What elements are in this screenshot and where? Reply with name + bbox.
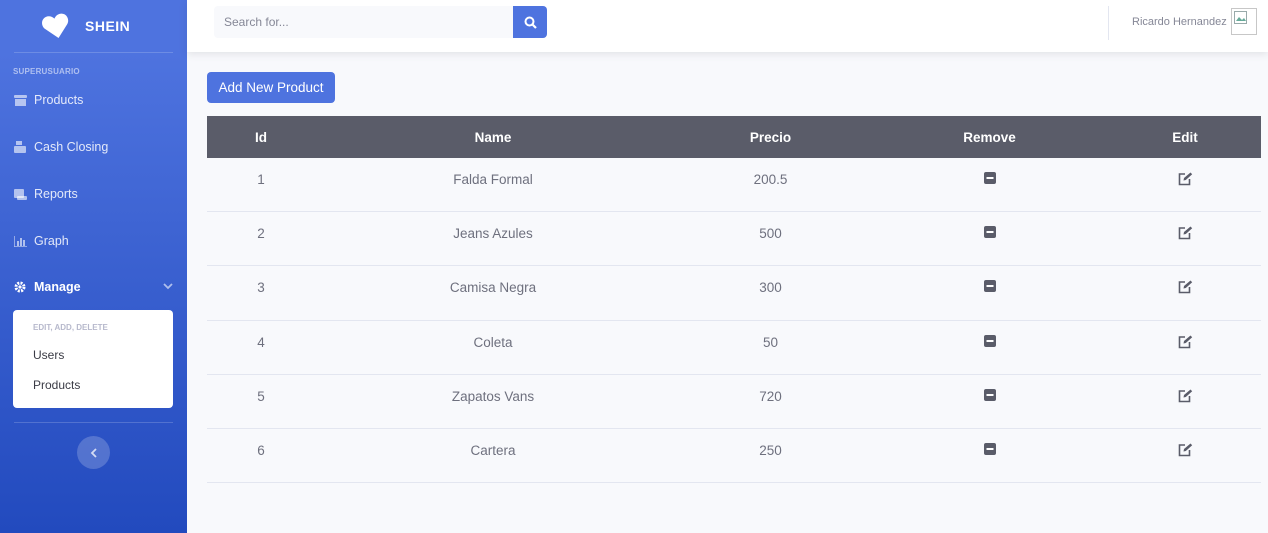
- scroll-icon: [13, 188, 27, 200]
- edit-icon[interactable]: [1178, 172, 1193, 189]
- sidebar: SHEIN SUPERUSUARIO Products Cash Closing…: [0, 0, 187, 533]
- cell-price: 300: [759, 280, 782, 296]
- cell-remove: [870, 442, 1109, 458]
- sidebar-item-label: Manage: [34, 280, 81, 294]
- chevron-down-icon: [163, 283, 173, 290]
- cell-price: 250: [759, 442, 782, 458]
- user-name[interactable]: Ricardo Hernandez: [1132, 16, 1227, 28]
- sidebar-heading: SUPERUSUARIO: [13, 67, 80, 76]
- remove-icon[interactable]: [983, 388, 996, 404]
- cell-remove: [870, 280, 1109, 295]
- edit-icon[interactable]: [1178, 226, 1193, 243]
- collapse-header: EDIT, ADD, DELETE: [33, 323, 108, 332]
- cell-remove: [870, 334, 1109, 350]
- table-row: 3 Camisa Negra 300: [207, 266, 1261, 321]
- edit-icon[interactable]: [1178, 389, 1193, 406]
- cell-id: 5: [257, 388, 265, 404]
- cell-edit: [1109, 335, 1261, 352]
- cell-edit: [1109, 389, 1261, 406]
- cell-name: Cartera: [470, 442, 516, 458]
- cell-name: Jeans Azules: [453, 226, 533, 242]
- cell-price: 50: [762, 334, 779, 350]
- cell-id: 1: [257, 172, 265, 187]
- cell-edit: [1109, 280, 1261, 297]
- cell-id: 6: [257, 442, 265, 458]
- sidebar-item-cash-closing[interactable]: Cash Closing: [0, 132, 187, 162]
- table-row: 6 Cartera 250: [207, 429, 1261, 484]
- column-header-edit: Edit: [1172, 129, 1198, 145]
- cell-edit: [1109, 172, 1261, 189]
- sidebar-brand[interactable]: SHEIN: [0, 0, 187, 52]
- cell-id: 4: [257, 334, 265, 350]
- collapse-item-users[interactable]: Users: [33, 348, 64, 362]
- search-input[interactable]: [214, 6, 514, 38]
- cell-price: 720: [759, 388, 782, 404]
- column-header-price: Precio: [749, 129, 792, 145]
- remove-icon[interactable]: [983, 442, 996, 458]
- cell-name: Camisa Negra: [449, 280, 537, 296]
- cell-name: Zapatos Vans: [451, 388, 535, 404]
- table-body: 1 Falda Formal 200.5 2 Jeans Azules 500: [207, 158, 1261, 484]
- sidebar-item-label: Cash Closing: [34, 140, 109, 154]
- sidebar-item-label: Reports: [34, 187, 78, 201]
- sidebar-item-reports[interactable]: Reports: [0, 179, 187, 209]
- cell-name: Falda Formal: [453, 172, 533, 187]
- search-icon: [524, 16, 537, 29]
- cell-name: Coleta: [473, 334, 513, 350]
- broken-image-icon: [1234, 11, 1247, 24]
- heart-icon: [42, 13, 69, 38]
- sidebar-item-graph[interactable]: Graph: [0, 226, 187, 256]
- remove-icon[interactable]: [983, 226, 996, 241]
- brand-name: SHEIN: [85, 18, 131, 34]
- column-header-id: Id: [255, 129, 267, 145]
- sidebar-item-label: Products: [34, 93, 84, 107]
- search-button[interactable]: [513, 6, 547, 38]
- table-row: 1 Falda Formal 200.5: [207, 158, 1261, 213]
- remove-icon[interactable]: [983, 172, 996, 187]
- collapse-item-products[interactable]: Products: [33, 378, 80, 392]
- edit-icon[interactable]: [1178, 335, 1193, 352]
- table-header: Id Name Precio Remove Edit: [207, 116, 1261, 158]
- edit-icon[interactable]: [1178, 280, 1193, 297]
- chevron-left-icon: [90, 447, 97, 458]
- table-row: 5 Zapatos Vans 720: [207, 375, 1261, 429]
- column-header-name: Name: [474, 129, 512, 145]
- cell-edit: [1109, 443, 1261, 460]
- cell-remove: [870, 172, 1109, 187]
- avatar[interactable]: [1231, 8, 1257, 35]
- cash-register-icon: [13, 141, 27, 153]
- cell-price: 500: [759, 226, 782, 242]
- sidebar-item-products[interactable]: Products: [0, 85, 187, 115]
- store-icon: [13, 94, 27, 106]
- cell-remove: [870, 226, 1109, 241]
- cog-icon: [13, 281, 27, 293]
- sidebar-item-label: Graph: [34, 234, 69, 248]
- sidebar-divider: [14, 422, 173, 423]
- sidebar-item-manage[interactable]: Manage: [0, 272, 187, 302]
- cell-edit: [1109, 226, 1261, 243]
- topbar: Ricardo Hernandez: [187, 0, 1268, 52]
- cell-id: 2: [257, 226, 265, 242]
- cell-remove: [870, 388, 1109, 404]
- products-table: Id Name Precio Remove Edit 1 Falda Forma…: [207, 116, 1261, 484]
- table-row: 2 Jeans Azules 500: [207, 212, 1261, 267]
- add-new-product-button[interactable]: Add New Product: [207, 72, 335, 103]
- edit-icon[interactable]: [1178, 443, 1193, 460]
- cell-price: 200.5: [753, 172, 788, 187]
- sidebar-toggle-button[interactable]: [77, 436, 110, 469]
- manage-collapse-menu: EDIT, ADD, DELETE Users Products: [13, 310, 173, 408]
- column-header-remove: Remove: [963, 129, 1016, 145]
- topbar-divider: [1108, 6, 1109, 40]
- table-row: 4 Coleta 50: [207, 321, 1261, 375]
- cell-id: 3: [257, 280, 265, 296]
- chart-area-icon: [13, 235, 27, 247]
- remove-icon[interactable]: [983, 334, 996, 350]
- remove-icon[interactable]: [983, 280, 996, 295]
